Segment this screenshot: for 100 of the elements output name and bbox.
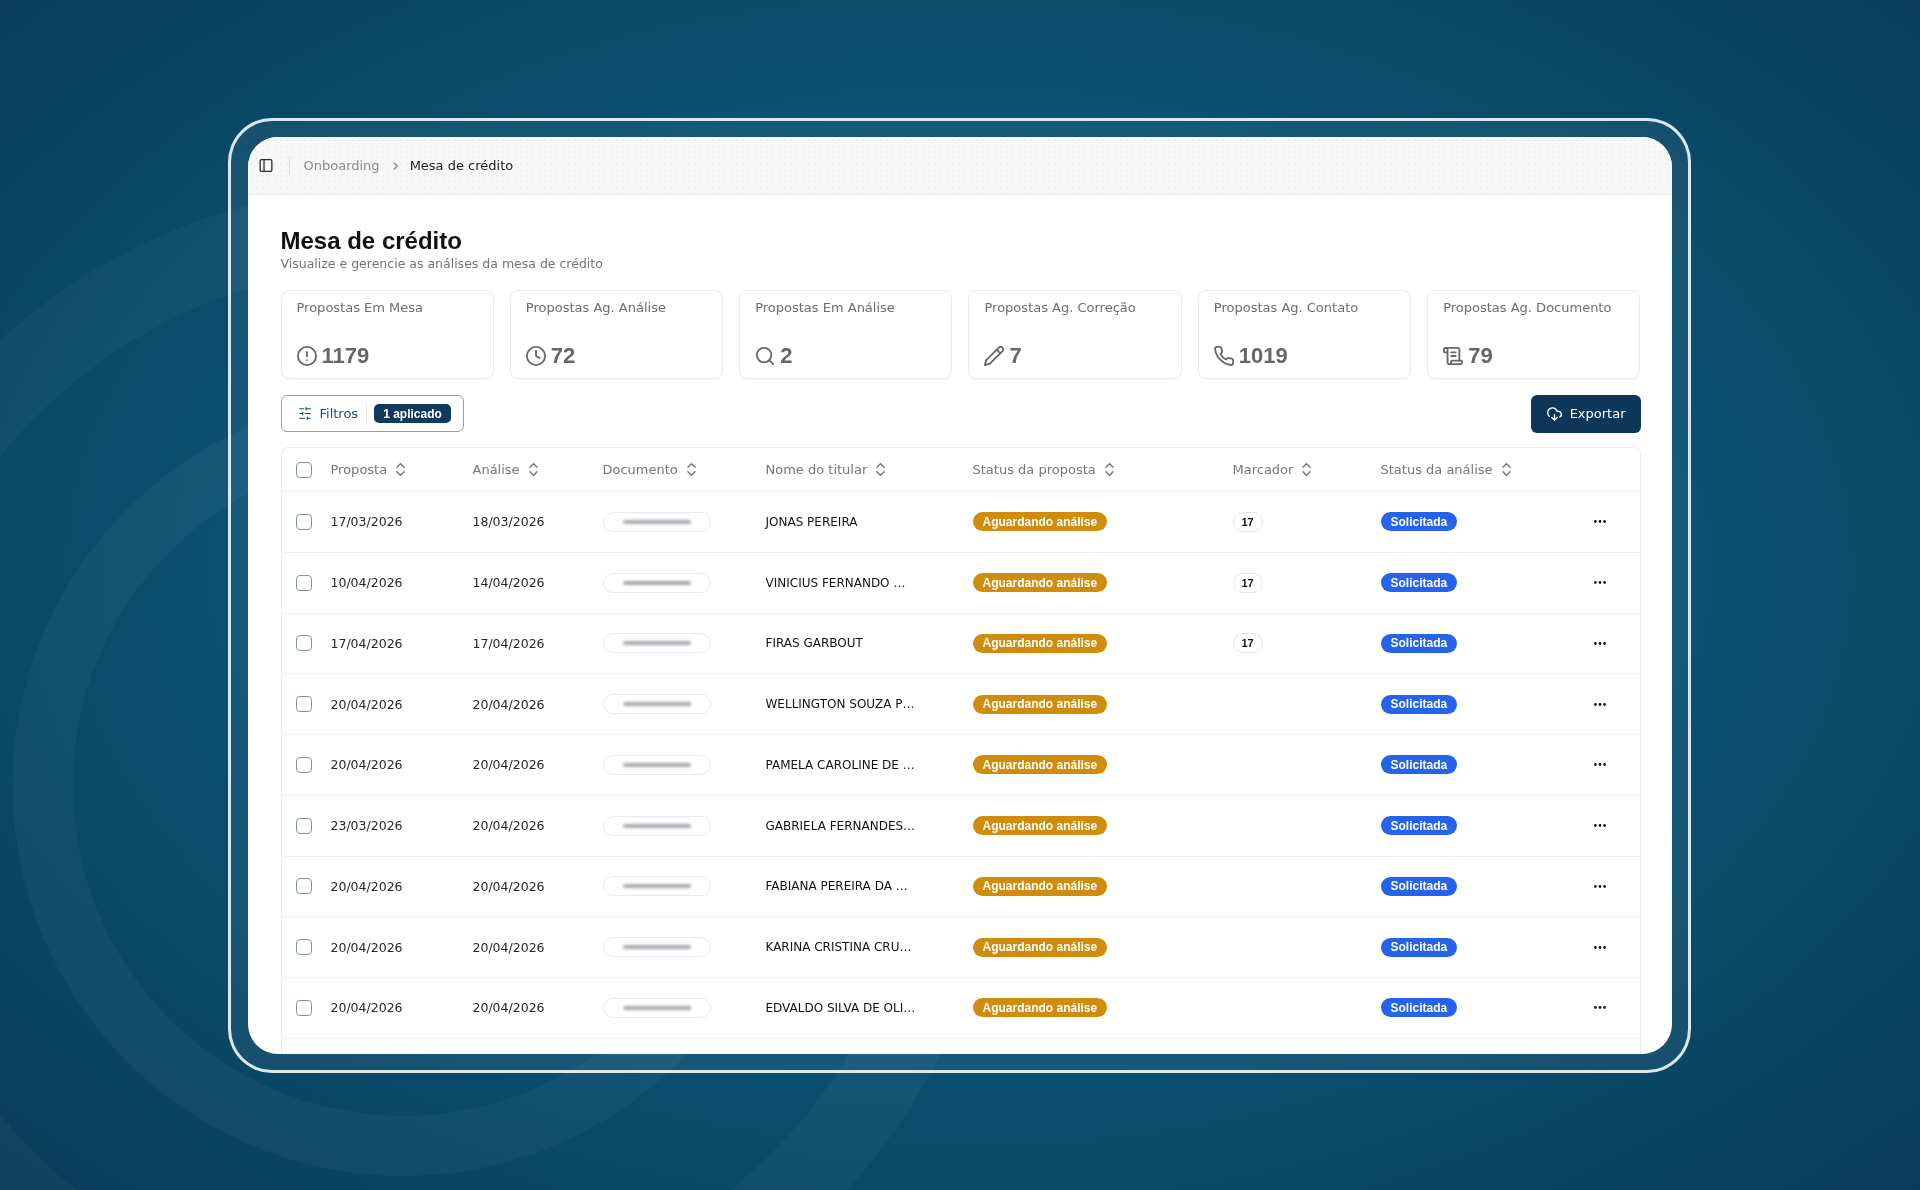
breadcrumb-link[interactable]: Onboarding (303, 158, 380, 173)
proposal-date: 20/04/2026 (330, 939, 403, 955)
status-badge: Aguardando análise (972, 937, 1108, 957)
proposal-date: 17/04/2026 (330, 635, 403, 651)
proposal-date: 17/03/2026 (330, 514, 403, 530)
column-header[interactable]: Nome do titular (765, 462, 886, 477)
holder-name: VINICIUS FERNANDO … (765, 575, 906, 590)
proposal-date: 20/04/2026 (330, 696, 403, 712)
scroll-icon (1443, 346, 1464, 366)
stat-label: Propostas Em Análise (755, 299, 896, 317)
analysis-date: 20/04/2026 (472, 878, 545, 894)
analysis-date: 20/04/2026 (472, 939, 545, 955)
cloud-download-icon (1546, 406, 1562, 421)
row-checkbox[interactable] (295, 878, 312, 895)
select-all-checkbox[interactable] (295, 461, 312, 478)
clock-icon (525, 346, 546, 366)
analysis-date: 20/04/2026 (472, 696, 545, 712)
holder-name: PAMELA CAROLINE DE … (765, 757, 915, 772)
ellipsis-icon[interactable] (1593, 884, 1606, 888)
stat-value: 1179 (321, 343, 370, 369)
stat-value: 2 (780, 343, 793, 369)
column-header[interactable]: Documento (602, 462, 696, 477)
pencil-icon (984, 346, 1005, 366)
row-checkbox[interactable] (295, 574, 312, 591)
status-badge: Aguardando análise (972, 694, 1108, 714)
export-button[interactable]: Exportar (1530, 394, 1641, 433)
status-badge: Solicitada (1380, 512, 1458, 532)
page-title: Mesa de crédito (280, 227, 463, 255)
status-badge: Solicitada (1380, 573, 1458, 593)
status-badge: Solicitada (1380, 876, 1458, 896)
row-checkbox[interactable] (295, 939, 312, 956)
column-header[interactable]: Análise (472, 462, 538, 477)
analysis-date: 20/04/2026 (472, 818, 545, 834)
ellipsis-icon[interactable] (1593, 824, 1606, 828)
status-badge: Aguardando análise (972, 876, 1108, 896)
sidebar-toggle-icon[interactable] (258, 159, 273, 172)
search-icon (755, 346, 776, 366)
holder-name: KARINA CRISTINA CRU… (765, 940, 912, 955)
stat-label: Propostas Em Mesa (296, 299, 425, 317)
proposal-date: 23/03/2026 (330, 818, 403, 834)
proposal-date: 20/04/2026 (330, 757, 403, 773)
stat-value: 72 (550, 343, 576, 369)
status-badge: Solicitada (1380, 694, 1458, 714)
status-badge: Aguardando análise (972, 816, 1108, 836)
ellipsis-icon[interactable] (1593, 641, 1606, 645)
row-checkbox[interactable] (295, 513, 312, 530)
status-badge: Aguardando análise (972, 633, 1108, 653)
status-badge: Aguardando análise (972, 755, 1108, 775)
row-checkbox[interactable] (295, 817, 312, 834)
status-badge: Aguardando análise (972, 998, 1108, 1018)
column-header[interactable]: Marcador (1232, 462, 1312, 477)
stat-label: Propostas Ag. Contato (1213, 299, 1360, 317)
analysis-date: 17/04/2026 (472, 635, 545, 651)
ellipsis-icon[interactable] (1593, 702, 1606, 706)
status-badge: Aguardando análise (972, 512, 1108, 532)
ellipsis-icon[interactable] (1593, 1006, 1606, 1010)
holder-name: JONAS PEREIRA (765, 514, 858, 529)
stat-value: 7 (1009, 343, 1022, 369)
holder-name: FIRAS GARBOUT (765, 636, 863, 651)
ellipsis-icon[interactable] (1593, 520, 1606, 524)
breadcrumb-current[interactable]: Mesa de crédito (409, 158, 514, 173)
row-checkbox[interactable] (295, 756, 312, 773)
analysis-date: 14/04/2026 (472, 575, 545, 591)
proposal-date: 10/04/2026 (330, 575, 403, 591)
status-badge: Solicitada (1380, 755, 1458, 775)
ellipsis-icon[interactable] (1593, 763, 1606, 767)
column-header[interactable]: Status da análise (1380, 462, 1511, 477)
holder-name: GABRIELA FERNANDES… (765, 818, 916, 833)
stat-label: Propostas Ag. Análise (525, 299, 667, 317)
applied-filter-badge: 1 aplicado (374, 404, 451, 423)
row-checkbox[interactable] (295, 635, 312, 652)
ellipsis-icon[interactable] (1593, 581, 1606, 585)
status-badge: Solicitada (1380, 816, 1458, 836)
holder-name: FABIANA PEREIRA DA … (765, 879, 908, 894)
column-header[interactable]: Proposta (330, 462, 406, 477)
holder-name: WELLINGTON SOUZA P… (765, 697, 915, 712)
status-badge: Aguardando análise (972, 573, 1108, 593)
page-subtitle: Visualize e gerencie as análises da mesa de crédito (280, 255, 604, 273)
analysis-date: 18/03/2026 (472, 514, 545, 530)
holder-name: EDVALDO SILVA DE OLI… (765, 1000, 916, 1015)
filter-button[interactable]: Filtros 1 aplicado (280, 395, 464, 432)
status-badge: Solicitada (1380, 998, 1458, 1018)
analysis-date: 20/04/2026 (472, 1000, 545, 1016)
alert-circle-icon (296, 346, 317, 366)
stat-value: 1019 (1238, 343, 1288, 369)
stat-label: Propostas Ag. Correção (984, 299, 1137, 317)
ellipsis-icon[interactable] (1593, 945, 1606, 949)
analysis-date: 20/04/2026 (472, 757, 545, 773)
stat-label: Propostas Ag. Documento (1443, 299, 1613, 317)
proposal-date: 20/04/2026 (330, 1000, 403, 1016)
status-badge: Solicitada (1380, 633, 1458, 653)
proposal-date: 20/04/2026 (330, 878, 403, 894)
sliders-icon (297, 407, 312, 420)
row-checkbox[interactable] (295, 696, 312, 713)
stat-value: 79 (1468, 343, 1493, 369)
phone-icon (1213, 346, 1234, 366)
column-header[interactable]: Status da proposta (972, 462, 1114, 477)
row-checkbox[interactable] (295, 999, 312, 1016)
chevron-right-icon (392, 161, 398, 170)
status-badge: Solicitada (1380, 937, 1458, 957)
